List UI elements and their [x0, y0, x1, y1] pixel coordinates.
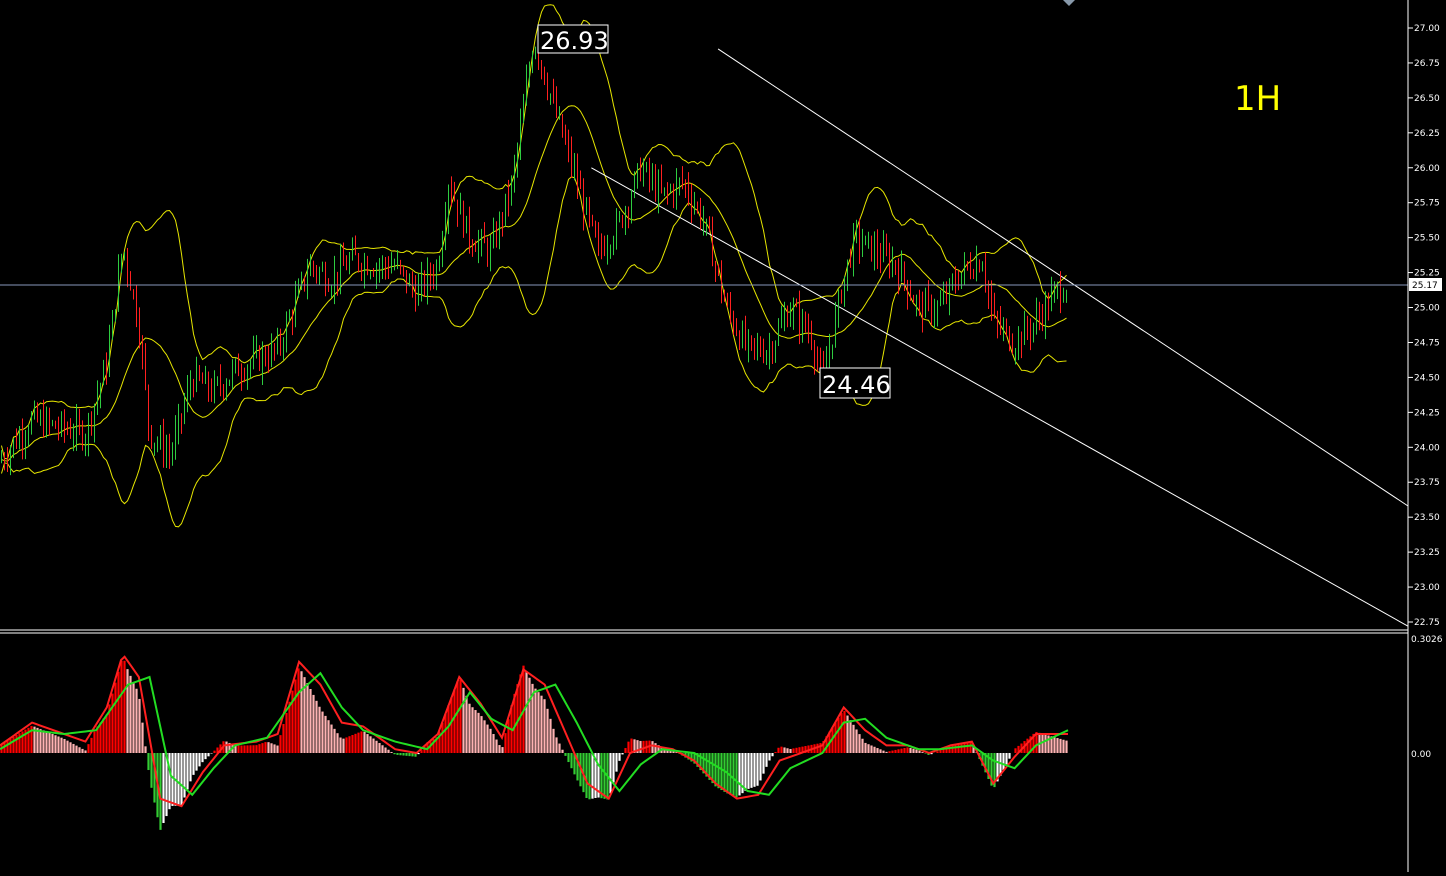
price-tick-label: 26.00: [1414, 164, 1440, 174]
price-tick-label: 25.75: [1414, 199, 1440, 209]
timeframe-label: 1H: [1234, 79, 1281, 119]
price-tick-label: 22.75: [1414, 618, 1440, 628]
price-tick-label: 23.50: [1414, 513, 1440, 523]
price-tick-label: 26.75: [1414, 59, 1440, 69]
price-tick-label: 26.25: [1414, 129, 1440, 139]
price-tick-label: 26.50: [1414, 94, 1440, 104]
current-price-label: 25.17: [1412, 281, 1438, 291]
price-tick-label: 24.50: [1414, 373, 1440, 383]
indicator-zero-label: 0.00: [1411, 750, 1431, 760]
price-tick-label: 25.25: [1414, 269, 1440, 279]
price-tick-label: 23.00: [1414, 583, 1440, 593]
trading-chart: 27.00 26.75 26.50 26.25 26.00 25.75 25.50 25.25…: [0, 0, 1446, 872]
price-tick-label: 25.50: [1414, 234, 1440, 244]
price-tick-label: 24.75: [1414, 338, 1440, 348]
price-tick-label: 24.25: [1414, 408, 1440, 418]
price-tick-label: 23.75: [1414, 478, 1440, 488]
price-tick-label: 27.00: [1414, 24, 1440, 34]
price-tick-label: 25.00: [1414, 304, 1440, 314]
chart-canvas: 27.00 26.75 26.50 26.25 26.00 25.75 25.50 25.25…: [0, 0, 1446, 872]
price-tick-label: 24.00: [1414, 443, 1440, 453]
high-label: 26.93: [540, 27, 609, 55]
low-label: 24.46: [822, 371, 891, 399]
indicator-top-label: 0.3026: [1411, 635, 1443, 645]
price-tick-label: 23.25: [1414, 548, 1440, 558]
